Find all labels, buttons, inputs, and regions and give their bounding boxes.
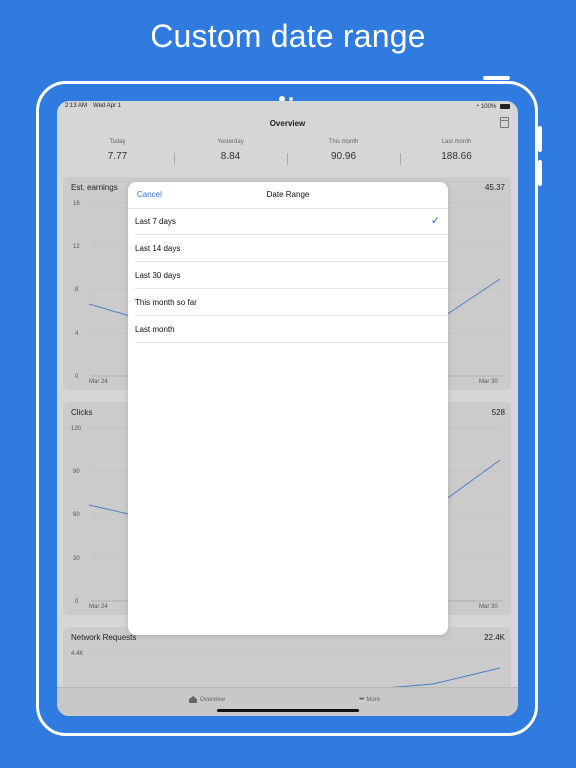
y-tick-label: 0 <box>75 599 79 605</box>
summary-today: Today 7.77 <box>61 139 174 162</box>
tab-overview[interactable]: Overview <box>189 696 225 703</box>
summary-value: 7.77 <box>107 151 128 162</box>
x-tick-label: Mar 30 <box>479 379 498 385</box>
home-icon <box>189 696 197 703</box>
y-tick-label: 16 <box>73 201 80 207</box>
y-tick-label: 8 <box>75 287 79 293</box>
x-tick-label: Mar 24 <box>89 379 108 385</box>
status-date: Wed Apr 1 <box>93 103 121 109</box>
status-bar-right: ◔ 100% <box>475 103 510 110</box>
device-top-button <box>483 76 510 80</box>
summary-label: Yesterday <box>217 139 244 145</box>
headline: Custom date range <box>150 18 426 54</box>
x-tick-label: Mar 30 <box>479 604 498 610</box>
y-tick-label: 12 <box>73 244 80 250</box>
option-label: Last 30 days <box>135 271 181 280</box>
summary-yesterday: Yesterday 8.84 <box>174 139 287 162</box>
page-title: Overview <box>269 119 306 128</box>
option-last-14-days[interactable]: Last 14 days <box>128 235 448 262</box>
tab-more[interactable]: ••• More <box>359 696 380 703</box>
calendar-icon[interactable] <box>500 117 509 128</box>
summary-label: This month <box>328 139 359 145</box>
summary-label: Today <box>109 139 126 145</box>
y-tick-label: 120 <box>71 426 82 432</box>
battery-icon <box>500 104 510 109</box>
device-volume-up-button <box>538 126 542 152</box>
series-line <box>372 667 501 690</box>
y-tick-label: 90 <box>73 469 80 475</box>
y-tick-label: 0 <box>75 374 79 380</box>
wifi-icon: ◔ <box>475 103 480 110</box>
summary-value: 188.66 <box>441 151 472 162</box>
summary-label: Last month <box>441 139 472 145</box>
summary-value: 90.96 <box>330 151 357 162</box>
divider <box>135 342 448 343</box>
y-tick-label: 60 <box>73 512 80 518</box>
x-tick-label: Mar 24 <box>89 604 108 610</box>
y-tick-label: 30 <box>73 556 80 562</box>
tab-label: More <box>366 697 381 704</box>
y-tick-label: 4 <box>75 331 79 337</box>
option-last-7-days[interactable]: Last 7 days ✓ <box>128 208 448 235</box>
status-bar-left: 2:13 AM Wed Apr 1 <box>65 103 121 109</box>
series-line <box>444 459 501 501</box>
series-line <box>88 303 134 318</box>
series-line <box>442 278 501 318</box>
checkmark-icon: ✓ <box>430 215 440 227</box>
option-label: This month so far <box>135 298 197 307</box>
summary-last-month: Last month 188.66 <box>400 139 513 162</box>
summary-value: 8.84 <box>220 151 241 162</box>
sheet-title: Date Range <box>266 190 310 199</box>
option-this-month-so-far[interactable]: This month so far <box>128 289 448 316</box>
option-label: Last 14 days <box>135 244 181 253</box>
summary-row: Today 7.77 Yesterday 8.84 This month 90.… <box>61 139 514 169</box>
series-line <box>88 504 134 516</box>
date-range-sheet: Cancel Date Range Last 7 days ✓ Last 14 … <box>128 182 448 635</box>
y-tick-label: 4.4K <box>71 651 83 657</box>
summary-this-month: This month 90.96 <box>287 139 400 162</box>
home-indicator <box>217 709 359 712</box>
device-volume-down-button <box>538 160 542 186</box>
more-icon: ••• <box>359 696 364 703</box>
option-label: Last month <box>135 325 175 334</box>
option-label: Last 7 days <box>135 217 176 226</box>
tab-label: Overview <box>200 697 226 704</box>
sheet-header: Cancel Date Range <box>128 182 448 209</box>
option-last-30-days[interactable]: Last 30 days <box>128 262 448 289</box>
option-last-month[interactable]: Last month <box>128 316 448 343</box>
status-time: 2:13 AM <box>65 103 88 109</box>
battery-percent: 100% <box>480 104 497 111</box>
